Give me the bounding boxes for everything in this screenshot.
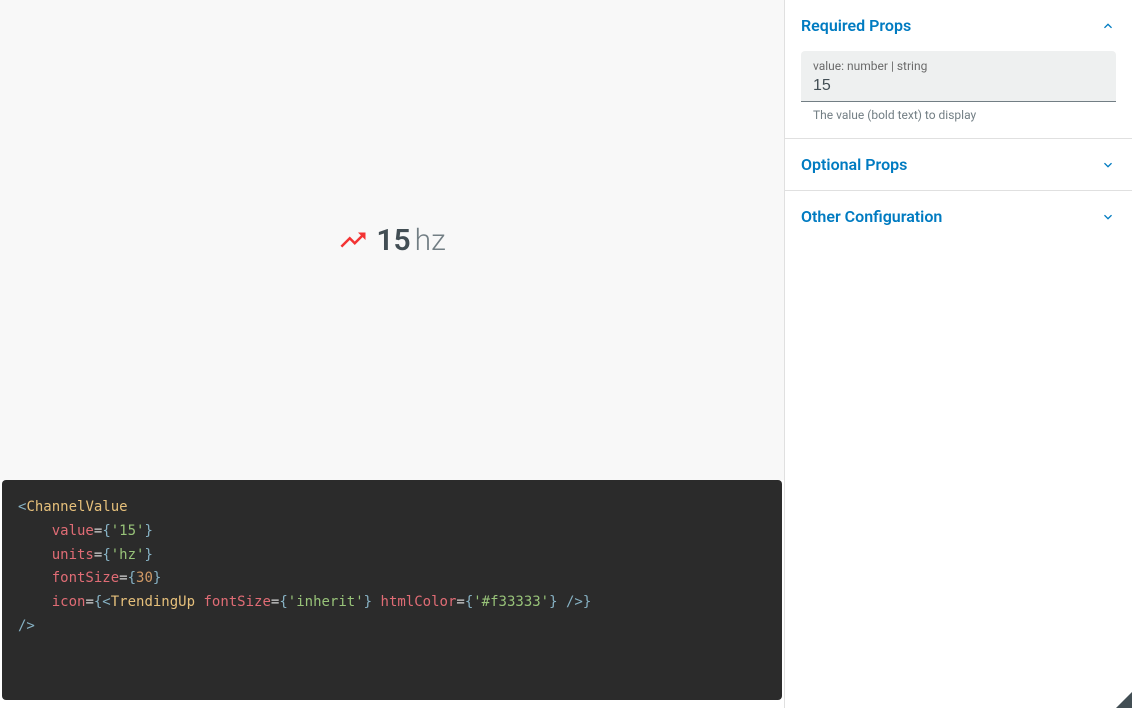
optional-props-header[interactable]: Optional Props: [785, 139, 1132, 190]
required-props-title: Required Props: [801, 16, 911, 35]
main-panel: 15 hz <ChannelValue value={'15'} units={…: [0, 0, 784, 708]
preview-value: 15: [376, 223, 410, 258]
value-help-text: The value (bold text) to display: [801, 102, 1116, 122]
props-sidebar: Required Props value: number | string Th…: [784, 0, 1132, 708]
preview-area: 15 hz: [0, 0, 784, 480]
trending-up-icon: [338, 225, 368, 255]
chevron-up-icon: [1100, 18, 1116, 34]
required-props-section: Required Props value: number | string Th…: [785, 0, 1132, 139]
value-input[interactable]: [813, 77, 1104, 95]
chevron-down-icon: [1100, 209, 1116, 225]
other-config-header[interactable]: Other Configuration: [785, 191, 1132, 242]
value-input-label: value: number | string: [813, 59, 1104, 73]
value-input-group[interactable]: value: number | string: [801, 51, 1116, 102]
other-config-title: Other Configuration: [801, 207, 942, 226]
optional-props-title: Optional Props: [801, 155, 907, 174]
channel-value-preview: 15 hz: [338, 223, 445, 258]
code-content: <ChannelValue value={'15'} units={'hz'} …: [18, 496, 766, 639]
other-config-section: Other Configuration: [785, 191, 1132, 242]
preview-units: hz: [415, 223, 446, 258]
code-panel[interactable]: <ChannelValue value={'15'} units={'hz'} …: [2, 480, 782, 700]
required-props-body: value: number | string The value (bold t…: [785, 51, 1132, 138]
optional-props-section: Optional Props: [785, 139, 1132, 191]
required-props-header[interactable]: Required Props: [785, 0, 1132, 51]
chevron-down-icon: [1100, 157, 1116, 173]
resize-handle-icon[interactable]: [1116, 692, 1132, 708]
